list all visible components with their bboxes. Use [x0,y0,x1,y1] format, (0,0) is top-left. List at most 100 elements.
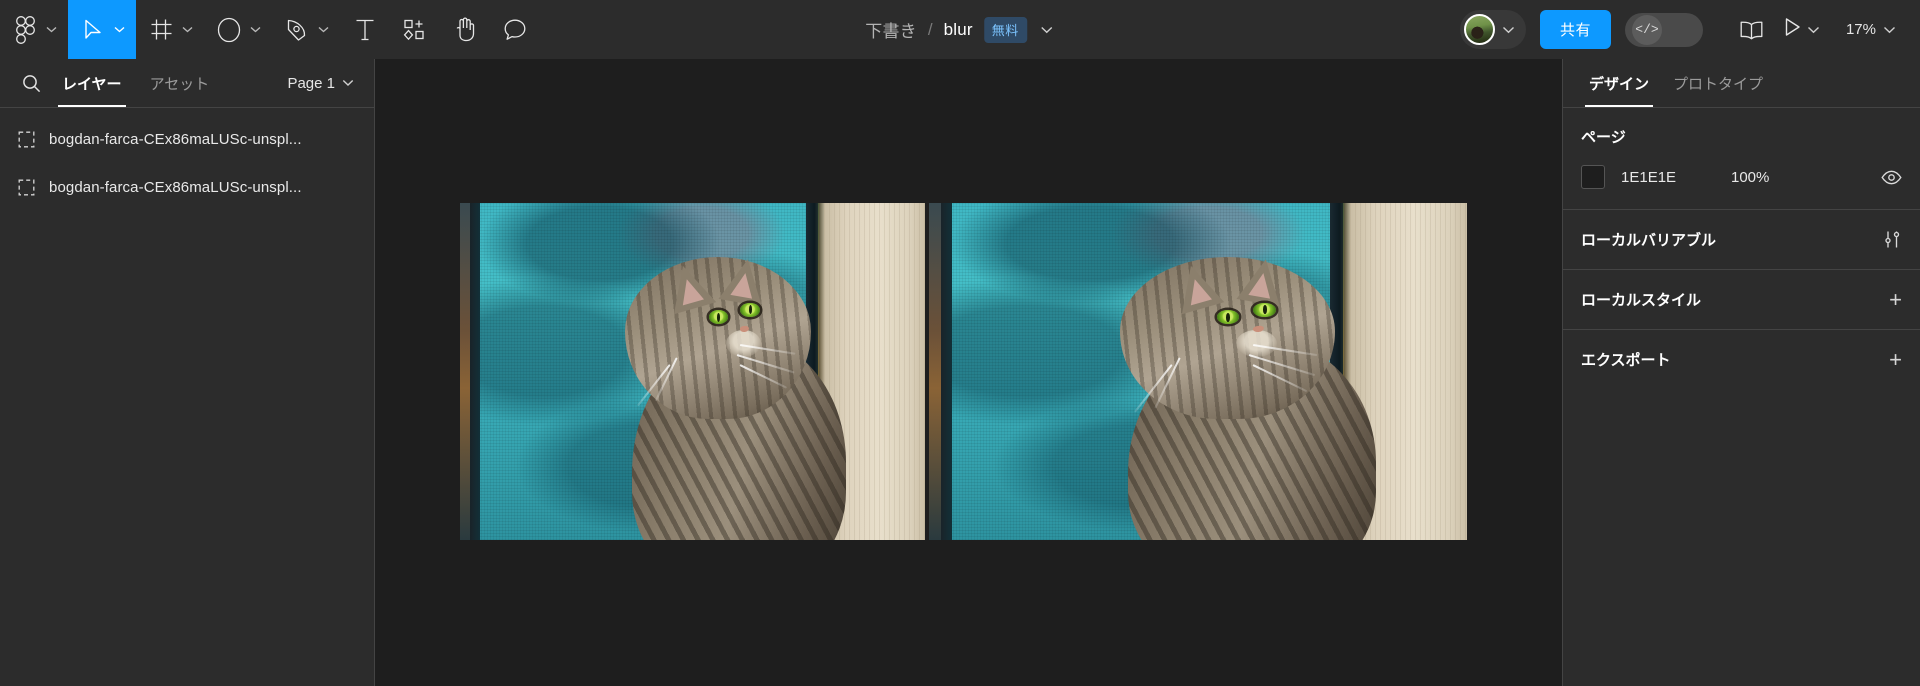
cat-ear-left [1169,259,1225,315]
tab-design[interactable]: デザイン [1577,59,1661,107]
cat-eye-left [708,310,729,325]
cat-ear-left [661,259,716,315]
cat-muzzle [1236,329,1278,358]
local-styles-title: ローカルスタイル [1581,292,1702,309]
breadcrumb-separator: / [927,19,933,39]
actions-tool-button[interactable] [390,0,440,59]
cat-ear-right [1236,255,1288,307]
page-color-opacity[interactable]: 100% [1731,169,1769,186]
breadcrumb-parent[interactable]: 下書き [865,17,917,42]
tab-prototype[interactable]: プロトタイプ [1661,59,1775,107]
cat-head [1120,255,1336,419]
comment-tool-button[interactable] [490,0,540,59]
left-sidebar: レイヤー アセット Page 1 bogdan-farca-CEx86maLUS… [0,59,375,686]
left-color-strip [460,203,471,540]
page-color-hex[interactable]: 1E1E1E [1621,169,1731,186]
canvas-viewport[interactable] [376,59,1562,686]
artboard-right[interactable] [929,203,1467,540]
cat-photo-right [929,203,1467,540]
export-row[interactable]: エクスポート + [1563,329,1920,389]
text-t-icon [350,15,380,45]
comment-bubble-icon [500,15,530,45]
list-item[interactable]: bogdan-farca-CEx86maLUSc-unspl... [0,115,374,163]
figma-app-window: 下書き / blur 無料 共有 </> 17% レイヤー アセット Page … [0,0,1920,686]
eye-icon[interactable] [1881,170,1902,185]
plan-badge[interactable]: 無料 [983,16,1027,43]
local-styles-row[interactable]: ローカルスタイル + [1563,269,1920,329]
local-variables-row[interactable]: ローカルバリアブル [1563,209,1920,269]
layer-name: bogdan-farca-CEx86maLUSc-unspl... [49,130,302,148]
chevron-down-icon [317,23,330,36]
user-avatar-button[interactable] [1459,10,1526,49]
right-sidebar: デザイン プロトタイプ ページ 1E1E1E 100% ローカルバリアブル ロー… [1562,59,1920,686]
present-button[interactable] [1774,17,1830,42]
file-title-bar: 下書き / blur 無料 [865,0,1055,59]
cat-whisker [736,353,794,373]
cat-head [625,255,812,419]
export-title: エクスポート [1581,352,1671,369]
chevron-down-icon [249,23,262,36]
page-selector[interactable]: Page 1 [287,75,360,92]
top-toolbar: 下書き / blur 無料 共有 </> 17% [0,0,1920,59]
frame-icon [146,15,176,45]
cat-ear-right [718,255,770,307]
text-tool-button[interactable] [340,0,390,59]
left-sidebar-tabs: レイヤー アセット Page 1 [0,59,374,107]
share-button[interactable]: 共有 [1539,10,1611,49]
page-chevron-down-icon [341,77,354,90]
left-color-strip [929,203,941,540]
tab-assets[interactable]: アセット [136,59,224,107]
pen-tool-button[interactable] [272,0,340,59]
cat-whisker [1248,353,1316,376]
play-icon [1784,17,1801,42]
plus-icon[interactable]: + [1889,348,1902,371]
cat-whisker [1155,357,1181,409]
hand-tool-button[interactable] [440,0,490,59]
toolbar-tool-group [0,0,540,59]
chevron-down-icon [113,23,126,36]
present-chevron-down-icon [1807,23,1820,36]
file-name[interactable]: blur [944,20,973,40]
cursor-arrow-icon [78,15,108,45]
cat-eye-right [740,303,760,317]
image-placeholder-icon [18,131,35,148]
tab-layers[interactable]: レイヤー [48,59,136,107]
page-section-title: ページ [1581,129,1626,146]
figma-menu-button[interactable] [0,0,68,59]
list-item[interactable]: bogdan-farca-CEx86maLUSc-unspl... [0,163,374,211]
layer-list: bogdan-farca-CEx86maLUSc-unspl... bogdan… [0,108,374,211]
hand-icon [450,15,480,45]
page-color-swatch[interactable] [1581,165,1605,189]
local-variables-title: ローカルバリアブル [1581,232,1717,249]
zoom-level-label: 17% [1845,21,1876,38]
cat-eye-left [1216,310,1240,325]
plus-icon[interactable]: + [1889,288,1902,311]
figma-logo-icon [10,15,40,45]
artboard-left[interactable] [460,203,925,540]
file-menu-chevron-down-icon[interactable] [1038,26,1055,34]
frame-tool-button[interactable] [136,0,204,59]
ellipse-icon [214,15,244,45]
cat-muzzle [725,329,761,358]
components-plus-icon [400,15,430,45]
zoom-chevron-down-icon [1883,23,1896,36]
pen-icon [282,15,312,45]
image-placeholder-icon [18,179,35,196]
zoom-level-selector[interactable]: 17% [1830,21,1902,38]
page-selector-label: Page 1 [287,74,335,92]
chevron-down-icon [45,23,58,36]
sliders-icon[interactable] [1883,230,1902,249]
shape-tool-button[interactable] [204,0,272,59]
code-brackets-icon: </> [1631,14,1662,45]
right-sidebar-tabs: デザイン プロトタイプ [1563,59,1920,107]
cat-whisker [1253,363,1308,392]
move-tool-button[interactable] [68,0,136,59]
dev-mode-toggle[interactable]: </> [1624,12,1703,47]
search-icon[interactable] [14,74,48,93]
avatar-chevron-down-icon [1502,23,1515,36]
book-icon[interactable] [1729,20,1774,40]
chevron-down-icon [181,23,194,36]
toolbar-right-group: 共有 </> 17% [1459,0,1920,59]
layer-name: bogdan-farca-CEx86maLUSc-unspl... [49,178,302,196]
page-color-row: 1E1E1E 100% [1581,165,1902,189]
